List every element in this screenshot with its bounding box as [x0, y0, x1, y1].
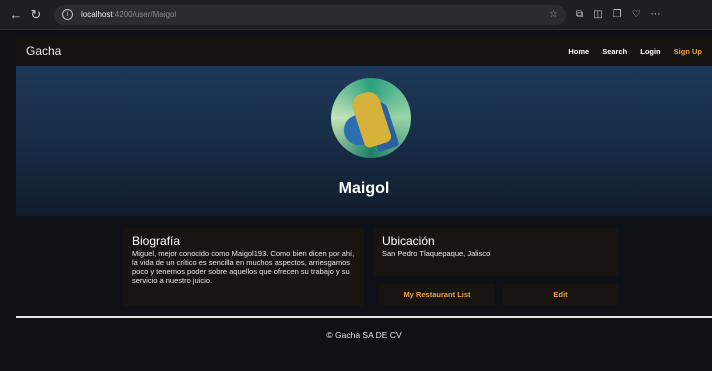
footer-copyright: © Gacha SA DE CV — [326, 330, 402, 340]
location-card: Ubicación San Pedro Tlaquepaque, Jalisco — [373, 228, 618, 276]
bio-text: Miguel, mejor conocido como Maigol193. C… — [132, 249, 355, 285]
location-text: San Pedro Tlaquepaque, Jalisco — [382, 249, 491, 258]
restaurant-list-button[interactable]: My Restaurant List — [379, 284, 495, 305]
address-bar[interactable]: i localhost:4200/user/Maigol ☆ — [54, 4, 566, 25]
reload-icon[interactable]: ↻ — [26, 7, 46, 23]
back-arrow-icon[interactable]: ← — [6, 7, 26, 22]
footer: © Gacha SA DE CV — [16, 318, 712, 371]
more-icon[interactable]: ⋯ — [651, 9, 661, 20]
star-icon[interactable]: ☆ — [549, 9, 558, 20]
collections-icon[interactable]: ❐ — [613, 9, 622, 20]
profile-hero: Maigol — [16, 66, 712, 216]
favorites-icon[interactable]: ♡ — [632, 9, 641, 20]
url-host: localhost — [81, 10, 113, 19]
nav-links: Home Search Login Sign Up — [568, 47, 702, 56]
profile-content: Biografía Miguel, mejor conocido como Ma… — [16, 216, 712, 316]
nav-login-link[interactable]: Login — [640, 47, 660, 56]
url-path: :4200/user/Maigol — [112, 10, 177, 19]
nav-home-link[interactable]: Home — [568, 47, 589, 56]
nav-signup-link[interactable]: Sign Up — [674, 47, 702, 56]
browser-toolbar: ← ↻ i localhost:4200/user/Maigol ☆ ⧉ ◫ ❐… — [0, 0, 712, 30]
bio-card: Biografía Miguel, mejor conocido como Ma… — [123, 228, 364, 306]
location-title: Ubicación — [382, 234, 435, 248]
edit-button[interactable]: Edit — [503, 284, 618, 305]
avatar-figure — [349, 88, 393, 150]
avatar — [331, 78, 411, 158]
bio-title: Biografía — [132, 234, 181, 248]
app-navbar: Gacha Home Search Login Sign Up — [16, 36, 712, 66]
extension-icon[interactable]: ⧉ — [576, 9, 583, 20]
browser-tools: ⧉ ◫ ❐ ♡ ⋯ — [576, 9, 661, 20]
info-icon[interactable]: i — [62, 9, 73, 20]
profile-username: Maigol — [338, 180, 390, 197]
split-screen-icon[interactable]: ◫ — [593, 9, 602, 20]
brand-logo[interactable]: Gacha — [26, 44, 61, 58]
nav-search-link[interactable]: Search — [602, 47, 627, 56]
